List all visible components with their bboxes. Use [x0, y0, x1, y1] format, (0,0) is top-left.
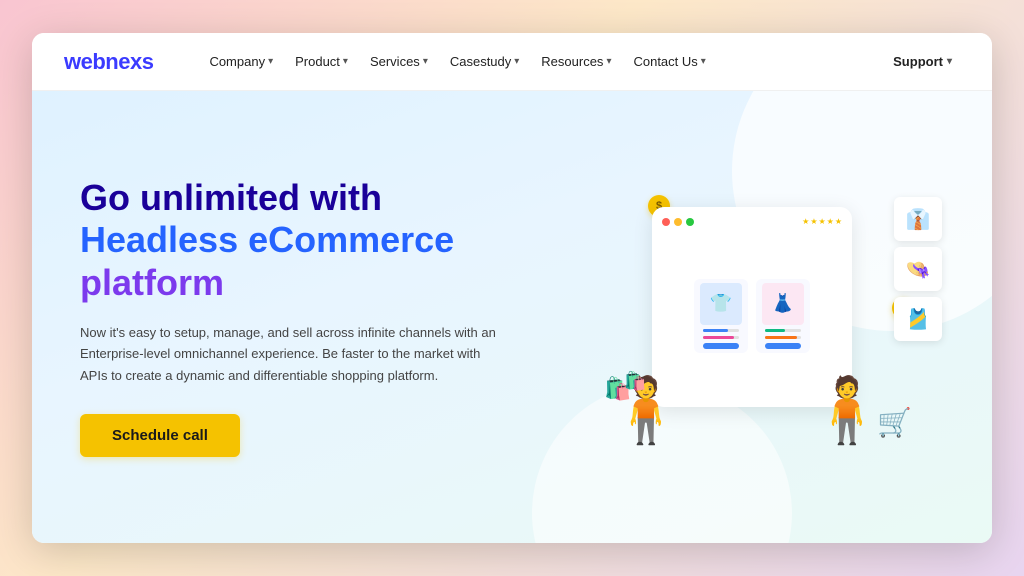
dot-yellow — [674, 218, 682, 226]
hero-section: Go unlimited with Headless eCommerce pla… — [32, 91, 992, 543]
support-label: Support — [893, 54, 943, 69]
side-product-1: 👔 — [894, 197, 942, 241]
product-card-1: 👕 — [694, 279, 748, 353]
panel-products: 👕 👗 — [662, 234, 842, 397]
chevron-down-icon: ▾ — [947, 56, 952, 67]
nav-right: Support ▾ — [885, 49, 960, 74]
nav-label-casestudy: Casestudy — [450, 54, 511, 69]
product-bar-fill-1 — [703, 329, 728, 332]
star-icon: ★ — [802, 217, 809, 226]
star-icon: ★ — [818, 217, 825, 226]
side-product-3: 🎽 — [894, 297, 942, 341]
product-bar-fill-4 — [765, 336, 797, 339]
nav-item-services[interactable]: Services ▾ — [362, 49, 436, 74]
side-product-2: 👒 — [894, 247, 942, 291]
hero-title-line1: Go unlimited with — [80, 177, 512, 219]
product-card-2: 👗 — [756, 279, 810, 353]
product-image-2: 👗 — [762, 283, 804, 325]
side-products: 👔 👒 🎽 — [894, 197, 942, 341]
chevron-down-icon: ▾ — [514, 56, 519, 67]
chevron-down-icon: ▾ — [343, 56, 348, 67]
illustration-container: $ ★ ★ ★ ★ ★ — [602, 177, 942, 457]
browser-window: webnexs Company ▾ Product ▾ Services ▾ C… — [32, 33, 992, 543]
star-icon: ★ — [810, 217, 817, 226]
product-add-button-2[interactable] — [765, 343, 801, 349]
logo[interactable]: webnexs — [64, 49, 153, 75]
support-button[interactable]: Support ▾ — [885, 49, 960, 74]
nav-label-product: Product — [295, 54, 340, 69]
hero-title-line2: Headless eCommerce — [80, 219, 512, 261]
cart-icon: 🛒 — [877, 406, 912, 439]
nav-label-resources: Resources — [541, 54, 603, 69]
nav-item-resources[interactable]: Resources ▾ — [533, 49, 619, 74]
product-bar-fill-3 — [765, 329, 785, 332]
dot-green — [686, 218, 694, 226]
nav-item-casestudy[interactable]: Casestudy ▾ — [442, 49, 527, 74]
nav-links: Company ▾ Product ▾ Services ▾ Casestudy… — [201, 49, 885, 74]
dot-red — [662, 218, 670, 226]
chevron-down-icon: ▾ — [423, 56, 428, 67]
product-bar-1 — [703, 329, 739, 332]
schedule-call-button[interactable]: Schedule call — [80, 414, 240, 457]
product-bar-fill-2 — [703, 336, 734, 339]
bag-icon-left2: 🛍️ — [624, 371, 646, 392]
chevron-down-icon: ▾ — [606, 56, 611, 67]
nav-item-product[interactable]: Product ▾ — [287, 49, 356, 74]
nav-label-services: Services — [370, 54, 420, 69]
star-icon: ★ — [835, 217, 842, 226]
hero-title-line3: platform — [80, 262, 512, 304]
hero-description: Now it's easy to setup, manage, and sell… — [80, 322, 510, 386]
nav-label-company: Company — [209, 54, 265, 69]
product-image-1: 👕 — [700, 283, 742, 325]
panel-stars: ★ ★ ★ ★ ★ — [802, 217, 842, 226]
product-bar-4 — [765, 336, 801, 339]
nav-item-contact[interactable]: Contact Us ▾ — [625, 49, 713, 74]
figure-right: 🧍 — [807, 378, 887, 442]
panel-header: ★ ★ ★ ★ ★ — [662, 217, 842, 226]
hero-illustration: $ ★ ★ ★ ★ ★ — [552, 91, 992, 543]
hero-title: Go unlimited with Headless eCommerce pla… — [80, 177, 512, 304]
star-icon: ★ — [827, 217, 834, 226]
nav-label-contact: Contact Us — [633, 54, 697, 69]
product-bar-3 — [765, 329, 801, 332]
nav-item-company[interactable]: Company ▾ — [201, 49, 281, 74]
product-add-button-1[interactable] — [703, 343, 739, 349]
hero-content: Go unlimited with Headless eCommerce pla… — [32, 91, 552, 543]
chevron-down-icon: ▾ — [701, 56, 706, 67]
chevron-down-icon: ▾ — [268, 56, 273, 67]
product-bar-2 — [703, 336, 739, 339]
navbar: webnexs Company ▾ Product ▾ Services ▾ C… — [32, 33, 992, 91]
